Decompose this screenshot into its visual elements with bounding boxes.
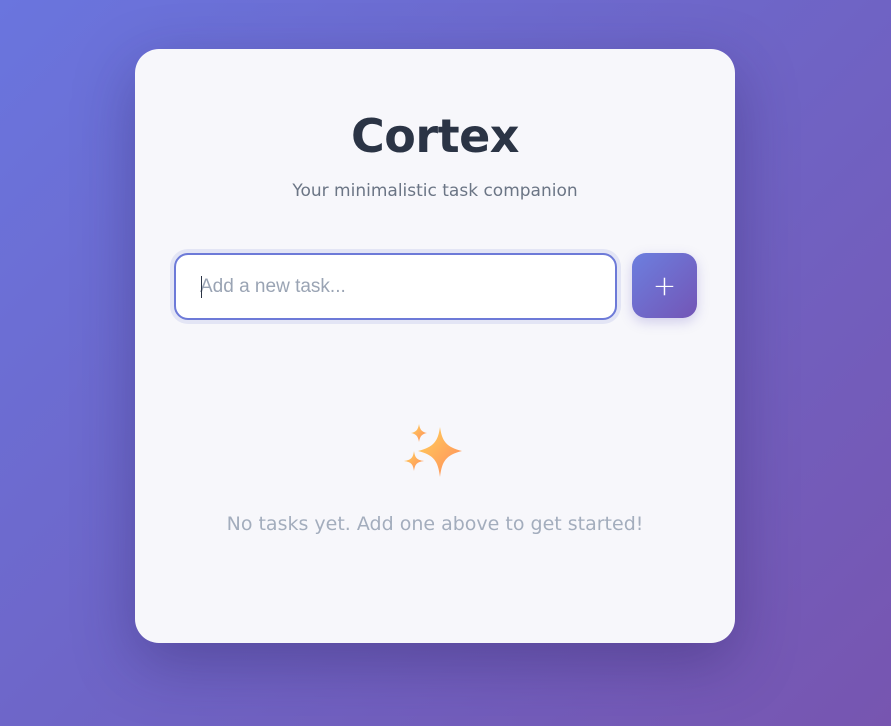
add-task-button[interactable]: + [632,253,697,318]
small-sparkle-bottom [404,451,424,471]
task-card: Cortex Your minimalistic task companion … [135,49,735,643]
task-input-wrapper [174,253,617,320]
plus-icon: + [652,269,677,302]
large-sparkle [418,427,462,477]
sparkles-icon [404,424,462,477]
app-subtitle: Your minimalistic task companion [292,181,578,201]
text-caret [201,276,202,298]
small-sparkle-top [411,424,427,442]
task-input[interactable] [176,255,615,318]
empty-state-message: No tasks yet. Add one above to get start… [226,513,644,535]
app-title: Cortex [351,109,519,163]
